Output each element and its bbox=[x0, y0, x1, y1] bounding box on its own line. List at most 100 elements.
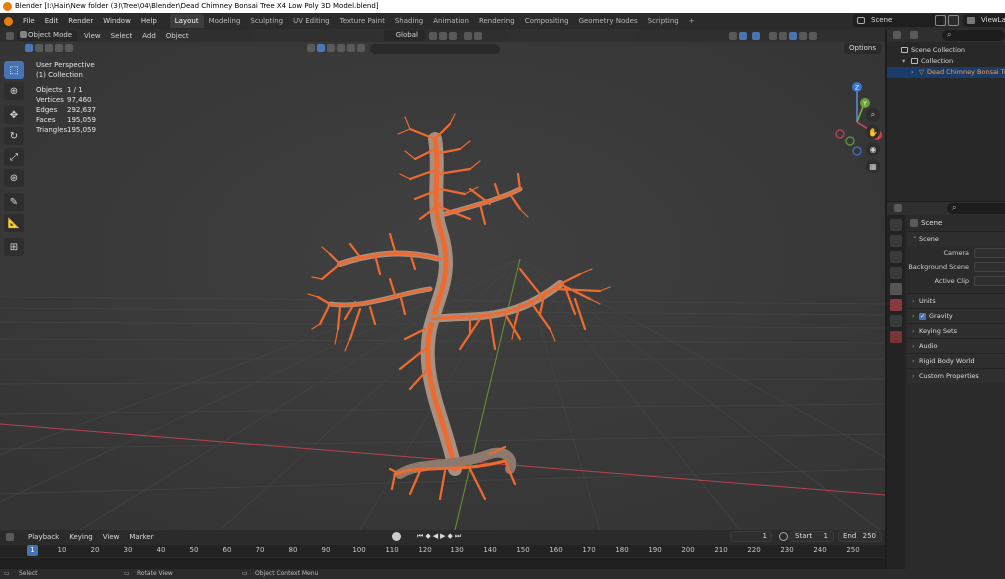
editor-type-icon[interactable] bbox=[6, 31, 14, 40]
visibility-icon[interactable] bbox=[728, 31, 737, 40]
snap-target-icon[interactable] bbox=[448, 31, 457, 40]
shading-material-icon[interactable] bbox=[798, 31, 807, 40]
select-extend-icon[interactable] bbox=[35, 44, 43, 52]
menu-view[interactable]: View bbox=[79, 32, 106, 40]
select-invert-icon[interactable] bbox=[55, 44, 63, 52]
preview-range-icon[interactable] bbox=[779, 532, 788, 541]
filter-other-icon[interactable] bbox=[357, 44, 365, 52]
active-clip-selector[interactable] bbox=[974, 276, 1005, 286]
menu-edit[interactable]: Edit bbox=[40, 13, 64, 29]
blender-menu-icon[interactable] bbox=[4, 16, 13, 26]
menu-playback[interactable]: Playback bbox=[23, 533, 64, 541]
collection-tab-icon[interactable] bbox=[890, 315, 902, 327]
properties-editor-type-icon[interactable] bbox=[894, 204, 902, 212]
tab-sculpting[interactable]: Sculpting bbox=[245, 14, 288, 28]
filter-light-icon[interactable] bbox=[327, 44, 335, 52]
pivot-icon[interactable] bbox=[428, 31, 437, 40]
tab-animation[interactable]: Animation bbox=[428, 14, 474, 28]
menu-help[interactable]: Help bbox=[136, 13, 162, 29]
falloff-icon[interactable] bbox=[473, 31, 482, 40]
menu-add[interactable]: Add bbox=[137, 32, 161, 40]
new-scene-icon[interactable] bbox=[935, 15, 946, 26]
pan-hand-icon[interactable]: ✋ bbox=[866, 125, 880, 139]
end-frame-field[interactable]: End 250 bbox=[838, 531, 882, 542]
prev-keyframe-icon[interactable]: ◆ bbox=[425, 532, 430, 541]
menu-keying[interactable]: Keying bbox=[64, 533, 98, 541]
frame-ruler[interactable]: 1 10 20 30 40 50 60 70 80 90 100 110 120… bbox=[0, 545, 885, 557]
view-layer-tab-icon[interactable] bbox=[890, 267, 902, 279]
panel-scene[interactable]: Scene bbox=[907, 229, 1005, 246]
gizmo-neg-z[interactable] bbox=[852, 146, 862, 156]
outliner-item-scene-collection[interactable]: Scene Collection bbox=[887, 45, 1005, 56]
select-subtract-icon[interactable] bbox=[45, 44, 53, 52]
next-keyframe-icon[interactable]: ◆ bbox=[447, 532, 452, 541]
view-layer-selector[interactable]: ViewLa bbox=[963, 14, 1005, 27]
panel-gravity[interactable]: ✓Gravity bbox=[907, 308, 1005, 324]
delete-scene-icon[interactable] bbox=[948, 15, 959, 26]
camera-view-icon[interactable]: ◉ bbox=[866, 142, 880, 156]
menu-window[interactable]: Window bbox=[98, 13, 136, 29]
tab-geometry-nodes[interactable]: Geometry Nodes bbox=[574, 14, 643, 28]
select-box-tool[interactable]: ⬚ bbox=[4, 61, 24, 79]
world-tab-icon[interactable] bbox=[890, 299, 902, 311]
shading-solid-icon[interactable] bbox=[788, 31, 797, 40]
panel-rigid-body-world[interactable]: Rigid Body World bbox=[907, 353, 1005, 369]
xray-icon[interactable] bbox=[768, 31, 777, 40]
shading-rendered-icon[interactable] bbox=[808, 31, 817, 40]
record-icon[interactable] bbox=[392, 532, 401, 541]
gravity-checkbox[interactable]: ✓ bbox=[919, 312, 926, 320]
render-tab-icon[interactable] bbox=[890, 235, 902, 247]
play-reverse-icon[interactable]: ◀ bbox=[433, 532, 438, 541]
tab-uv-editing[interactable]: UV Editing bbox=[288, 14, 335, 28]
texture-tab-icon[interactable] bbox=[890, 331, 902, 343]
start-frame-field[interactable]: Start 1 bbox=[790, 531, 834, 542]
cursor-tool[interactable]: ⊕ bbox=[4, 82, 24, 100]
filter-mesh-icon[interactable] bbox=[317, 44, 325, 52]
tab-modeling[interactable]: Modeling bbox=[204, 14, 246, 28]
current-frame-field[interactable]: 1 bbox=[730, 531, 772, 542]
proportional-edit-icon[interactable] bbox=[463, 31, 472, 40]
play-icon[interactable]: ▶ bbox=[440, 532, 445, 541]
keyframe-track[interactable] bbox=[0, 558, 885, 569]
jump-start-icon[interactable]: ⏮ bbox=[417, 532, 423, 541]
tab-shading[interactable]: Shading bbox=[390, 14, 428, 28]
transform-tool[interactable]: ⊛ bbox=[4, 169, 24, 187]
menu-file[interactable]: File bbox=[18, 13, 40, 29]
options-dropdown[interactable]: Options bbox=[843, 43, 881, 54]
viewport-search-input[interactable] bbox=[370, 44, 500, 54]
menu-timeline-view[interactable]: View bbox=[98, 533, 125, 541]
expand-arrow-icon[interactable]: › bbox=[911, 67, 914, 78]
perspective-toggle-icon[interactable]: ▦ bbox=[866, 159, 880, 173]
3d-viewport[interactable]: Object Mode View Select Add Object Globa… bbox=[0, 29, 885, 530]
menu-select[interactable]: Select bbox=[106, 32, 138, 40]
tab-rendering[interactable]: Rendering bbox=[474, 14, 520, 28]
filter-icon[interactable] bbox=[307, 44, 315, 52]
select-set-icon[interactable] bbox=[25, 44, 33, 52]
shading-wireframe-icon[interactable] bbox=[778, 31, 787, 40]
menu-marker[interactable]: Marker bbox=[124, 533, 158, 541]
panel-units[interactable]: Units bbox=[907, 293, 1005, 309]
tab-scripting[interactable]: Scripting bbox=[643, 14, 684, 28]
panel-custom-properties[interactable]: Custom Properties bbox=[907, 368, 1005, 384]
scene-selector[interactable]: Scene bbox=[853, 14, 943, 27]
select-intersect-icon[interactable] bbox=[65, 44, 73, 52]
scale-tool[interactable]: ⤢ bbox=[4, 148, 24, 166]
tab-texture-paint[interactable]: Texture Paint bbox=[335, 14, 390, 28]
playhead[interactable]: 1 bbox=[27, 545, 38, 556]
camera-selector[interactable] bbox=[974, 248, 1005, 258]
menu-object[interactable]: Object bbox=[161, 32, 194, 40]
move-tool[interactable]: ✥ bbox=[4, 106, 24, 124]
gizmo-neg-y[interactable] bbox=[845, 136, 855, 146]
background-scene-selector[interactable] bbox=[974, 262, 1005, 272]
annotate-tool[interactable]: ✎ bbox=[4, 193, 24, 211]
snap-icon[interactable] bbox=[438, 31, 447, 40]
measure-tool[interactable]: 📐 bbox=[4, 214, 24, 232]
mode-selector[interactable]: Object Mode bbox=[17, 30, 77, 41]
rotate-tool[interactable]: ↻ bbox=[4, 127, 24, 145]
timeline-editor-type-icon[interactable] bbox=[6, 532, 14, 541]
panel-audio[interactable]: Audio bbox=[907, 338, 1005, 354]
tool-tab-icon[interactable] bbox=[890, 219, 902, 231]
panel-keying-sets[interactable]: Keying Sets bbox=[907, 323, 1005, 339]
zoom-icon[interactable]: ⌕ bbox=[866, 108, 880, 122]
tab-layout[interactable]: Layout bbox=[169, 14, 204, 28]
